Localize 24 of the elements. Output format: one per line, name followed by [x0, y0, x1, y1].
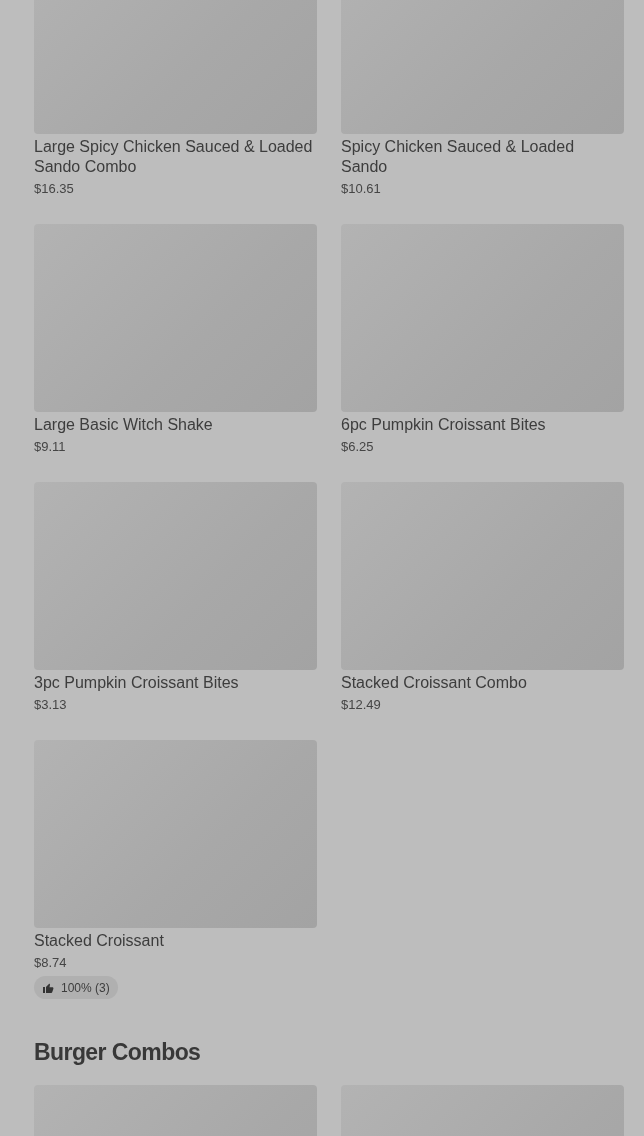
item-price: $10.61 [341, 180, 382, 198]
item-name[interactable]: Stacked Croissant Combo [341, 673, 624, 693]
image-placeholder[interactable] [34, 0, 317, 134]
item-name[interactable]: Spicy Chicken Sauced & Loaded Sando [341, 137, 624, 177]
image-placeholder[interactable] [341, 482, 624, 670]
image-placeholder[interactable] [341, 224, 624, 412]
section-heading: Burger Combos [34, 1038, 202, 1067]
item-price: $12.49 [341, 696, 382, 714]
item-name[interactable]: Stacked Croissant [34, 931, 317, 951]
image-placeholder[interactable] [34, 740, 317, 928]
image-placeholder[interactable] [34, 224, 317, 412]
image-placeholder[interactable] [34, 482, 317, 670]
item-price: $9.11 [34, 438, 67, 456]
image-placeholder[interactable] [341, 0, 624, 134]
item-name[interactable]: Large Basic Witch Shake [34, 415, 317, 435]
item-price: $16.35 [34, 180, 75, 198]
rating-badge: 100% (3) [34, 976, 118, 999]
item-price: $6.25 [341, 438, 375, 456]
thumbs-up-icon [42, 981, 54, 994]
item-name[interactable]: 6pc Pumpkin Croissant Bites [341, 415, 624, 435]
item-name[interactable]: 3pc Pumpkin Croissant Bites [34, 673, 317, 693]
item-price: $3.13 [34, 696, 68, 714]
item-price: $8.74 [34, 954, 68, 972]
item-name[interactable]: Large Spicy Chicken Sauced & Loaded Sando Combo [34, 137, 317, 177]
